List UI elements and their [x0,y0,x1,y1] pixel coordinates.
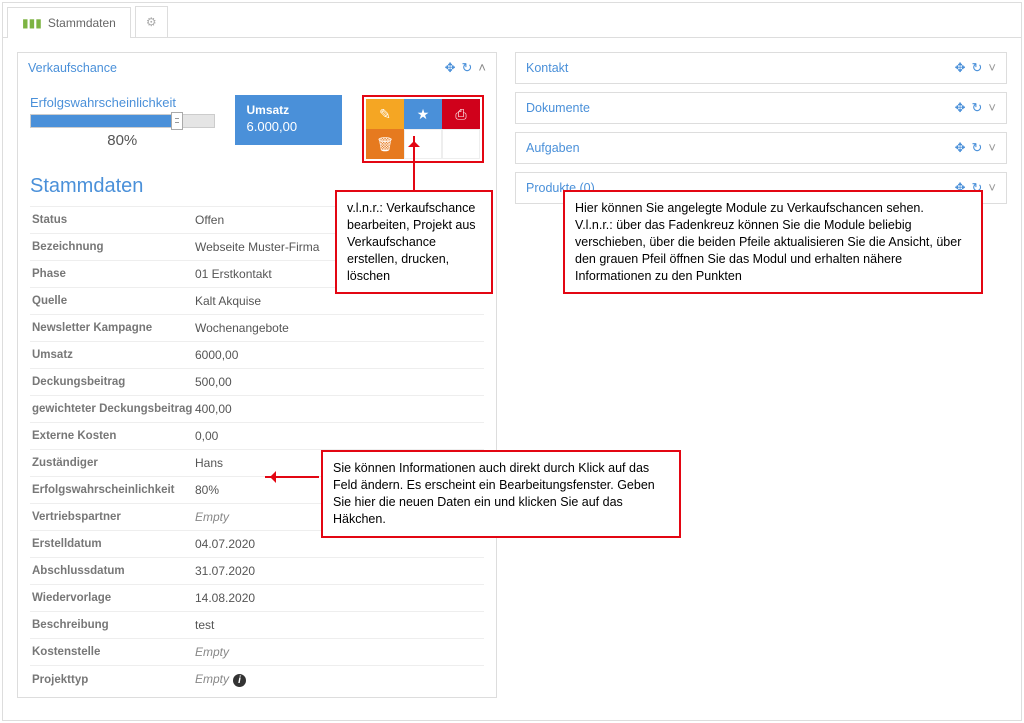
field-value-gewicht[interactable]: 400,00 [195,402,484,416]
move-icon[interactable]: ✥ [445,60,456,76]
field-value-projekttyp[interactable]: Emptyi [195,672,484,687]
probability-label: Erfolgswahrscheinlichkeit [30,95,215,110]
field-value-erstell[interactable]: 04.07.2020 [195,537,484,551]
panel-title[interactable]: Aufgaben [526,141,580,155]
expand-icon[interactable]: ˅ [988,140,996,156]
action-buttons: ✎ ★ ⎙ 🗑 [362,95,484,163]
probability-slider[interactable] [30,114,215,128]
trash-icon: 🗑 [376,136,394,153]
probability-value: 80% [30,132,215,149]
slider-handle[interactable] [171,112,183,130]
field-label: Zuständiger [30,457,195,469]
star-button[interactable]: ★ [404,99,442,129]
collapse-icon[interactable]: ˄ [478,60,486,76]
callout-modules: Hier können Sie angelegte Module zu Verk… [563,190,983,294]
field-value-kostenstelle[interactable]: Empty [195,645,484,659]
print-button[interactable]: ⎙ [442,99,480,129]
field-value-wieder[interactable]: 14.08.2020 [195,591,484,605]
refresh-icon[interactable]: ↻ [972,60,983,76]
chart-icon: ▮▮▮ [22,16,42,30]
refresh-icon[interactable]: ↻ [972,140,983,156]
field-label: Bezeichnung [30,241,195,253]
field-label: Beschreibung [30,619,195,631]
tab-bar: ▮▮▮ Stammdaten ⚙ [3,3,1021,38]
field-label: Wiedervorlage [30,592,195,604]
edit-icon: ✎ [379,106,391,123]
empty-slot [442,129,480,159]
arrow-icon [413,136,415,190]
expand-icon[interactable]: ˅ [988,100,996,116]
field-value-externe[interactable]: 0,00 [195,429,484,443]
field-value-deckung[interactable]: 500,00 [195,375,484,389]
refresh-icon[interactable]: ↻ [972,100,983,116]
field-label: Status [30,214,195,226]
info-icon[interactable]: i [233,674,246,687]
move-icon[interactable]: ✥ [955,60,966,76]
field-label: Vertriebspartner [30,511,195,523]
field-value-umsatz[interactable]: 6000,00 [195,348,484,362]
callout-inline-edit: Sie können Informationen auch direkt dur… [321,450,681,538]
gear-icon: ⚙ [146,15,157,29]
panel-verkaufschance: Verkaufschance ✥ ↻ ˄ Erfolgswahrscheinli… [17,52,497,698]
field-value-abschluss[interactable]: 31.07.2020 [195,564,484,578]
umsatz-value: 6.000,00 [247,119,331,134]
field-label: Quelle [30,295,195,307]
field-label: Phase [30,268,195,280]
move-icon[interactable]: ✥ [955,140,966,156]
delete-button[interactable]: 🗑 [366,129,404,159]
tab-stammdaten[interactable]: ▮▮▮ Stammdaten [7,7,131,38]
panel-title[interactable]: Dokumente [526,101,590,115]
star-icon: ★ [417,106,430,123]
refresh-icon[interactable]: ↻ [462,60,473,76]
field-label: Projekttyp [30,674,195,686]
tab-settings[interactable]: ⚙ [135,6,168,37]
probability-widget: Erfolgswahrscheinlichkeit 80% [30,95,215,149]
field-label: Deckungsbeitrag [30,376,195,388]
field-label: Erstelldatum [30,538,195,550]
field-label: Erfolgswahrscheinlichkeit [30,484,195,496]
panel-dokumente: Dokumente ✥ ↻ ˅ [515,92,1007,124]
field-label: Newsletter Kampagne [30,322,195,334]
field-value-quelle[interactable]: Kalt Akquise [195,294,484,308]
edit-button[interactable]: ✎ [366,99,404,129]
panel-aufgaben: Aufgaben ✥ ↻ ˅ [515,132,1007,164]
callout-actions: v.l.n.r.: Verkaufschance bearbeiten, Pro… [335,190,493,294]
arrow-icon [265,476,319,478]
print-icon: ⎙ [455,106,466,123]
expand-icon[interactable]: ˅ [988,60,996,76]
tab-label: Stammdaten [48,16,116,30]
expand-icon[interactable]: ˅ [988,180,996,196]
panel-title: Verkaufschance [28,61,117,75]
umsatz-label: Umsatz [247,103,331,117]
field-value-beschreibung[interactable]: test [195,618,484,632]
slider-fill [31,115,177,127]
umsatz-box: Umsatz 6.000,00 [235,95,343,145]
move-icon[interactable]: ✥ [955,100,966,116]
panel-title[interactable]: Kontakt [526,61,568,75]
field-label: Umsatz [30,349,195,361]
field-label: Abschlussdatum [30,565,195,577]
field-label: gewichteter Deckungsbeitrag [30,403,195,415]
field-value-newsletter[interactable]: Wochenangebote [195,321,484,335]
field-label: Kostenstelle [30,646,195,658]
field-label: Externe Kosten [30,430,195,442]
panel-kontakt: Kontakt ✥ ↻ ˅ [515,52,1007,84]
